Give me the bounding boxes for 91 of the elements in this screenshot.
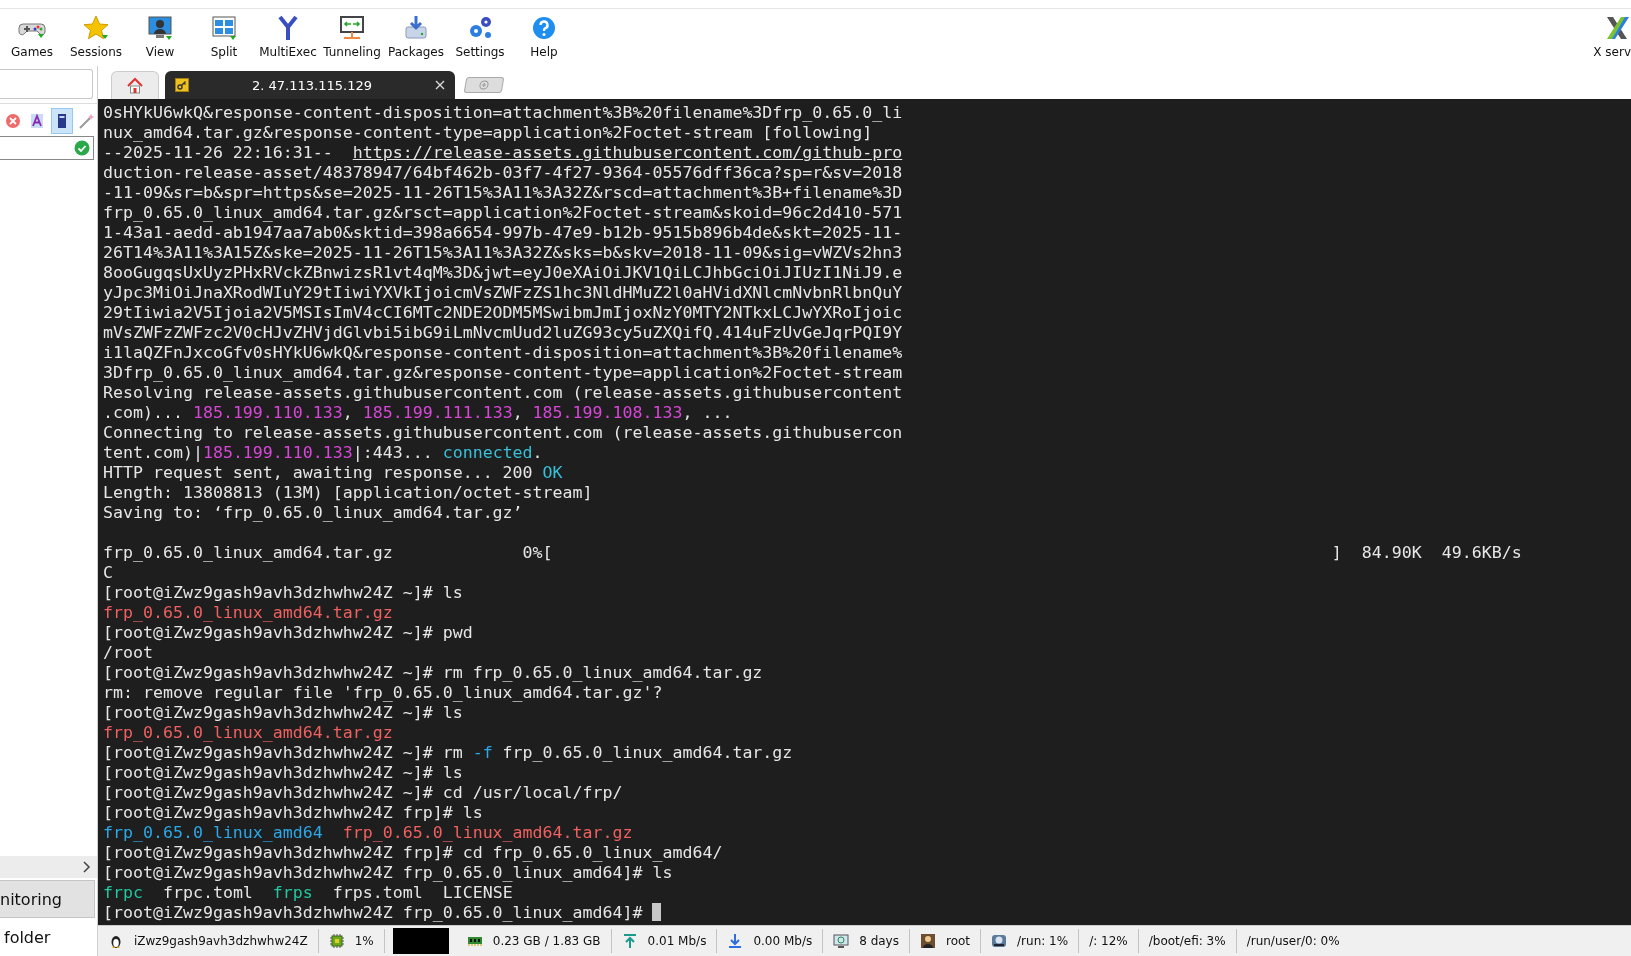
close-icon[interactable] <box>435 80 445 90</box>
disk-drive-icon <box>991 933 1008 949</box>
terminal-line: HTTP request sent, awaiting response... 200 OK <box>103 463 564 483</box>
terminal-line: frp_0.65.0_linux_amd64.tar.gz&rsct=application%2Foctet-stream&skoid=96c2d410-571 <box>103 203 904 223</box>
status-text: /run/user/0: 0% <box>1246 934 1340 948</box>
status-text: 8 days <box>859 934 899 948</box>
toolbar-button[interactable]: Help <box>512 9 576 60</box>
terminal-line: [root@iZwz9gash9avh3dzhwhw24Z frp_0.65.0_linux_amd64]# <box>103 903 1631 923</box>
terminal[interactable] <box>98 99 1631 925</box>
terminal-line: frp_0.65.0_linux_amd64.tar.gz <box>103 723 394 743</box>
chip-icon <box>328 933 345 949</box>
terminal-line: Connecting to release-assets.githubusercontent.com (release-assets.githubusercon <box>103 423 904 443</box>
terminal-line: /root <box>103 643 154 663</box>
book-icon[interactable] <box>51 108 73 134</box>
house-icon <box>126 76 144 95</box>
toolbar-button[interactable]: Tunneling <box>320 9 384 60</box>
status-text: /run: 1% <box>1017 934 1069 948</box>
terminal-line: 1-43a1-aedd-ab1947aa7ab0&sktid=398a6654-997b-47e9-b12b-9515b896b4de&skt=2025-11- <box>103 223 904 243</box>
terminal-line: [root@iZwz9gash9avh3dzhwhw24Z ~]# ls <box>103 763 464 783</box>
toolbar-button[interactable]: X serv <box>1587 9 1631 60</box>
terminal-line: [root@iZwz9gash9avh3dzhwhw24Z ~]# pwd <box>103 623 474 643</box>
terminal-line: [root@iZwz9gash9avh3dzhwhw24Z ~]# cd /usr/local/frp/ <box>103 783 624 803</box>
status-text: /boot/efi: 3% <box>1148 934 1226 948</box>
monitor-arrows-icon <box>338 14 366 42</box>
toolbar-button[interactable]: Packages <box>384 9 448 60</box>
home-tab[interactable] <box>111 71 159 99</box>
terminal-line: [root@iZwz9gash9avh3dzhwhw24Z ~]# ls <box>103 583 464 603</box>
user-icon <box>920 933 936 949</box>
status-text: 0.00 Mb/s <box>753 934 813 948</box>
terminal-line: 29tIiwia2V5Ijoia2V5MSIsImV4cCI6MTc2NDE2ODM5MSwibmJmIjoxNzY0MTY2NTkxLCJwYXRoIjoic <box>103 303 904 323</box>
terminal-line: frp_0.65.0_linux_amd64.tar.gz 0%[ ] 84.90K 49.6KB/s <box>103 543 1523 563</box>
toolbar-button[interactable]: Split <box>192 9 256 60</box>
terminal-line: -11-09&sr=b&spr=https&se=2025-11-26T15%3A11%3A32Z&rscd=attachment%3B+filename%3D <box>103 183 904 203</box>
terminal-line: mVsZWFzZWFzc2V0cHJvZHVjdGlvbi5ibG9iLmNvcmUud2luZG93cy5uZXQifQ.414uFzUvGeJqrPQI9Y <box>103 323 904 343</box>
terminal-line: Resolving release-assets.githubusercontent.com (release-assets.githubusercontent <box>103 383 904 403</box>
session-tab[interactable]: 2. 47.113.115.129 <box>165 71 455 99</box>
terminal-line: duction-release-asset/48378947/64bf462b-03f7-4f27-9364-05576dff36ca?sp=r&sv=2018 <box>103 163 904 183</box>
terminal-line: [root@iZwz9gash9avh3dzhwhw24Z ~]# ls <box>103 703 464 723</box>
sidebar-option[interactable]: folder <box>0 918 97 956</box>
download-box-icon <box>402 14 430 42</box>
terminal-line: Saving to: ‘frp_0.65.0_linux_amd64.tar.gz’ <box>103 503 524 523</box>
split-window-icon <box>210 14 238 42</box>
toolbar-button[interactable]: Settings <box>448 9 512 60</box>
terminal-line: rm: remove regular file 'frp_0.65.0_linux_amd64.tar.gz'? <box>103 683 664 703</box>
plus-icon <box>478 80 490 90</box>
star-icon <box>82 14 110 42</box>
filter-field[interactable] <box>0 136 94 160</box>
help-icon <box>530 14 558 42</box>
terminal-line: frp_0.65.0_linux_amd64 frp_0.65.0_linux_amd64.tar.gz <box>103 823 634 843</box>
new-tab-button[interactable] <box>463 77 505 93</box>
toolbar-button[interactable]: Sessions <box>64 9 128 60</box>
terminal-line: i1laQZFnJxcoGfv0sHYkU6wkQ&response-content-disposition=attachment%3B%20filename% <box>103 343 904 363</box>
terminal-line: [root@iZwz9gash9avh3dzhwhw24Z frp_0.65.0_linux_amd64]# ls <box>103 863 674 883</box>
terminal-line: [root@iZwz9gash9avh3dzhwhw24Z frp]# cd frp_0.65.0_linux_amd64/ <box>103 843 724 863</box>
key-icon <box>175 78 189 92</box>
monitor-person-icon <box>146 14 174 42</box>
terminal-line: [root@iZwz9gash9avh3dzhwhw24Z frp]# ls <box>103 803 484 823</box>
status-text: /: 12% <box>1089 934 1128 948</box>
toolbar-button[interactable]: Games <box>0 9 64 60</box>
status-text: root <box>946 934 971 948</box>
terminal-line: --2025-11-26 22:16:31-- https://release-assets.githubusercontent.com/github-pro <box>103 143 904 163</box>
terminal-line: nux_amd64.tar.gz&response-content-type=application%2Foctet-stream [following] <box>103 123 874 143</box>
terminal-line: C <box>103 563 114 583</box>
terminal-line: [root@iZwz9gash9avh3dzhwhw24Z ~]# rm -f frp_0.65.0_linux_amd64.tar.gz <box>103 743 794 763</box>
terminal-line: frp_0.65.0_linux_amd64.tar.gz <box>103 603 394 623</box>
toolbar-button[interactable]: View <box>128 9 192 60</box>
monitor-icon <box>833 933 850 949</box>
terminal-line: Length: 13808813 (13M) [application/octet-stream] <box>103 483 594 503</box>
cursor <box>652 903 662 921</box>
sidebar-button[interactable]: nitoring <box>0 880 95 918</box>
terminal-line: [root@iZwz9gash9avh3dzhwhw24Z ~]# rm frp_0.65.0_linux_amd64.tar.gz <box>103 663 764 683</box>
terminal-line: tent.com)|185.199.110.133|:443... connected. <box>103 443 544 463</box>
status-text: iZwz9gash9avh3dzhwhw24Z <box>134 934 308 948</box>
terminal-line: yJpc3MiOiJnaXRodWIuY29tIiwiYXVkIjoicmVsZWFzZS1hc3NldHMuZ2l0aHVidXNlcmNvbnRlbnQuY <box>103 283 904 303</box>
search-field[interactable] <box>0 69 93 99</box>
link[interactable]: https://release-assets.githubusercontent.com/github-pro <box>352 143 903 162</box>
terminal-line: 0sHYkU6wkQ&response-content-disposition=attachment%3B%20filename%3Dfrp_0.65.0_li <box>103 103 904 123</box>
terminal-line: frpc frpc.toml frps frps.toml LICENSE <box>103 883 514 903</box>
toolbar-button[interactable]: MultiExec <box>256 9 320 60</box>
terminal-line: 26T14%3A11%3A15Z&ske=2025-11-26T15%3A11%3A32Z&sks=b&skv=2018-11-09&sig=vWZVs2hn3 <box>103 243 904 263</box>
chevron-right-icon <box>83 861 91 873</box>
terminal-line: 3Dfrp_0.65.0_linux_amd64.tar.gz&response-content-type=application%2Foctet-stream <box>103 363 904 383</box>
status-text: 0.23 GB / 1.83 GB <box>492 934 601 948</box>
status-text: 0.01 Mb/s <box>647 934 707 948</box>
upload-arrow-icon <box>621 933 638 949</box>
status-text: 1% <box>354 934 374 948</box>
download-arrow-icon <box>727 933 744 949</box>
check-icon <box>74 140 90 156</box>
terminal-line: .com)... 185.199.110.133, 185.199.111.133, 185.199.108.133, ... <box>103 403 734 423</box>
graph-panel <box>392 928 449 954</box>
terminal-line: 8ooGugqsUxUyzPHxRVckZBnwizsR1vt4qM%3D&jwt=eyJ0eXAiOiJKV1QiLCJhbGciOiJIUzI1NiJ9.e <box>103 263 904 283</box>
